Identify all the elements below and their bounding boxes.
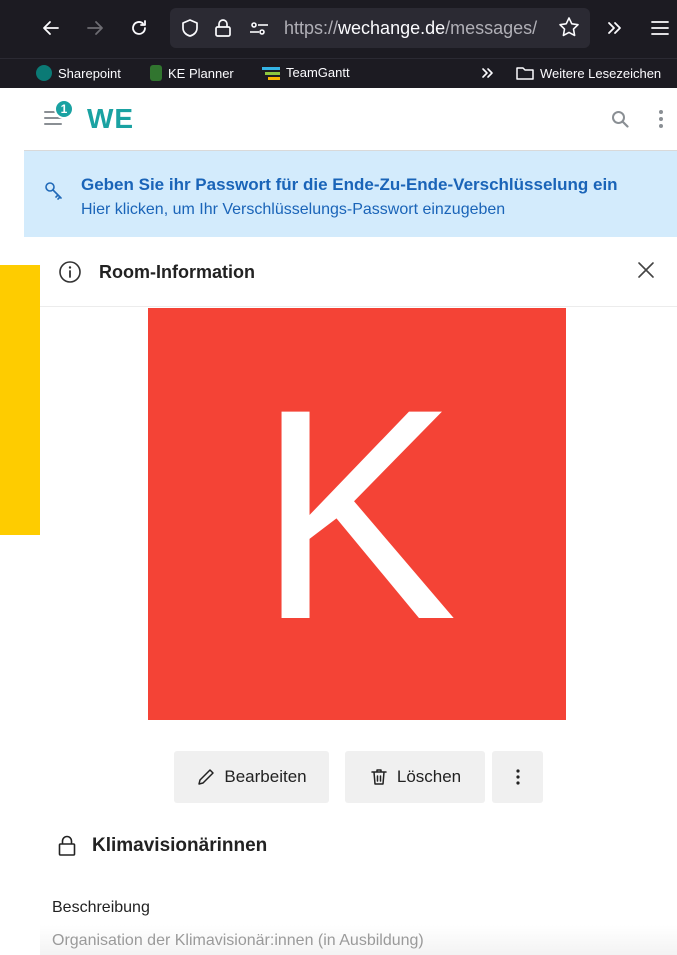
- reload-icon[interactable]: [124, 12, 154, 44]
- room-information-panel: Room-Information K Bearbeiten Löschen Kl…: [40, 237, 677, 955]
- search-icon[interactable]: [611, 110, 629, 133]
- app-logo[interactable]: WE: [87, 103, 134, 135]
- more-bookmarks-chevron-icon[interactable]: [480, 65, 496, 81]
- menu-line: [44, 123, 62, 125]
- bookmark-ke-planner[interactable]: KE Planner: [150, 65, 234, 81]
- browser-toolbar: https://wechange.de/messages/: [0, 0, 677, 58]
- overflow-chevrons-icon[interactable]: [600, 12, 630, 44]
- url-bar[interactable]: https://wechange.de/messages/: [170, 8, 590, 48]
- avatar-letter: K: [256, 346, 458, 682]
- forward-arrow-icon[interactable]: [80, 12, 110, 44]
- bookmark-star-icon[interactable]: [558, 16, 580, 43]
- lock-icon: [58, 835, 76, 856]
- url-prefix: https://: [284, 18, 339, 38]
- notification-badge: 1: [54, 99, 74, 119]
- panel-title: Room-Information: [99, 262, 255, 282]
- planner-icon: [150, 65, 162, 81]
- description-text: Organisation der Klimavisionär:innen (in…: [52, 932, 424, 949]
- encryption-banner[interactable]: Geben Sie ihr Passwort für die Ende-Zu-E…: [24, 151, 677, 237]
- key-icon: [44, 181, 64, 208]
- edit-button[interactable]: Bearbeiten: [174, 751, 329, 803]
- hamburger-menu-icon[interactable]: [645, 12, 675, 44]
- info-icon: [58, 260, 82, 289]
- bookmark-label: Sharepoint: [58, 65, 121, 81]
- back-arrow-icon[interactable]: [36, 12, 66, 44]
- other-bookmarks-label: Weitere Lesezeichen: [540, 65, 662, 81]
- bookmark-label: TeamGantt: [286, 65, 350, 80]
- trash-icon: [371, 769, 387, 785]
- sharepoint-icon: [36, 65, 52, 81]
- bookmark-sharepoint[interactable]: Sharepoint: [36, 65, 121, 81]
- delete-button-label: Löschen: [396, 767, 462, 786]
- more-vertical-icon[interactable]: [657, 108, 665, 135]
- description-label: Beschreibung: [52, 899, 150, 916]
- lock-icon[interactable]: [214, 18, 232, 43]
- close-icon[interactable]: [637, 261, 655, 284]
- bookmark-label: KE Planner: [168, 65, 234, 81]
- shield-icon[interactable]: [180, 18, 200, 43]
- pencil-icon: [198, 769, 215, 785]
- room-name-row: Klimavisionärinnen: [58, 835, 267, 857]
- teamgantt-icon: [262, 66, 280, 80]
- app-header: 1 WE: [24, 89, 677, 151]
- edit-button-label: Bearbeiten: [224, 767, 307, 786]
- more-actions-button[interactable]: [492, 751, 543, 803]
- url-path: /messages/: [445, 18, 538, 38]
- url-text[interactable]: https://wechange.de/messages/: [284, 18, 537, 39]
- room-avatar: K: [148, 308, 566, 720]
- encryption-banner-link[interactable]: Hier klicken, um Ihr Verschlüsselungs-Pa…: [81, 201, 505, 219]
- bookmarks-bar: Sharepoint KE Planner TeamGantt Weitere …: [0, 58, 677, 88]
- permissions-icon[interactable]: [248, 18, 270, 43]
- folder-icon: [516, 67, 534, 80]
- bookmark-teamgantt[interactable]: TeamGantt: [262, 65, 350, 80]
- sidebar-menu-button[interactable]: 1: [44, 99, 74, 127]
- delete-button[interactable]: Löschen: [345, 751, 485, 803]
- other-bookmarks-folder[interactable]: Weitere Lesezeichen: [516, 65, 661, 81]
- more-vertical-icon: [515, 769, 520, 785]
- room-name: Klimavisionärinnen: [92, 835, 268, 856]
- panel-header: Room-Information: [40, 237, 677, 307]
- encryption-banner-title[interactable]: Geben Sie ihr Passwort für die Ende-Zu-E…: [81, 175, 618, 195]
- url-domain: wechange.de: [338, 18, 446, 38]
- background-yellow-panel: [0, 265, 40, 535]
